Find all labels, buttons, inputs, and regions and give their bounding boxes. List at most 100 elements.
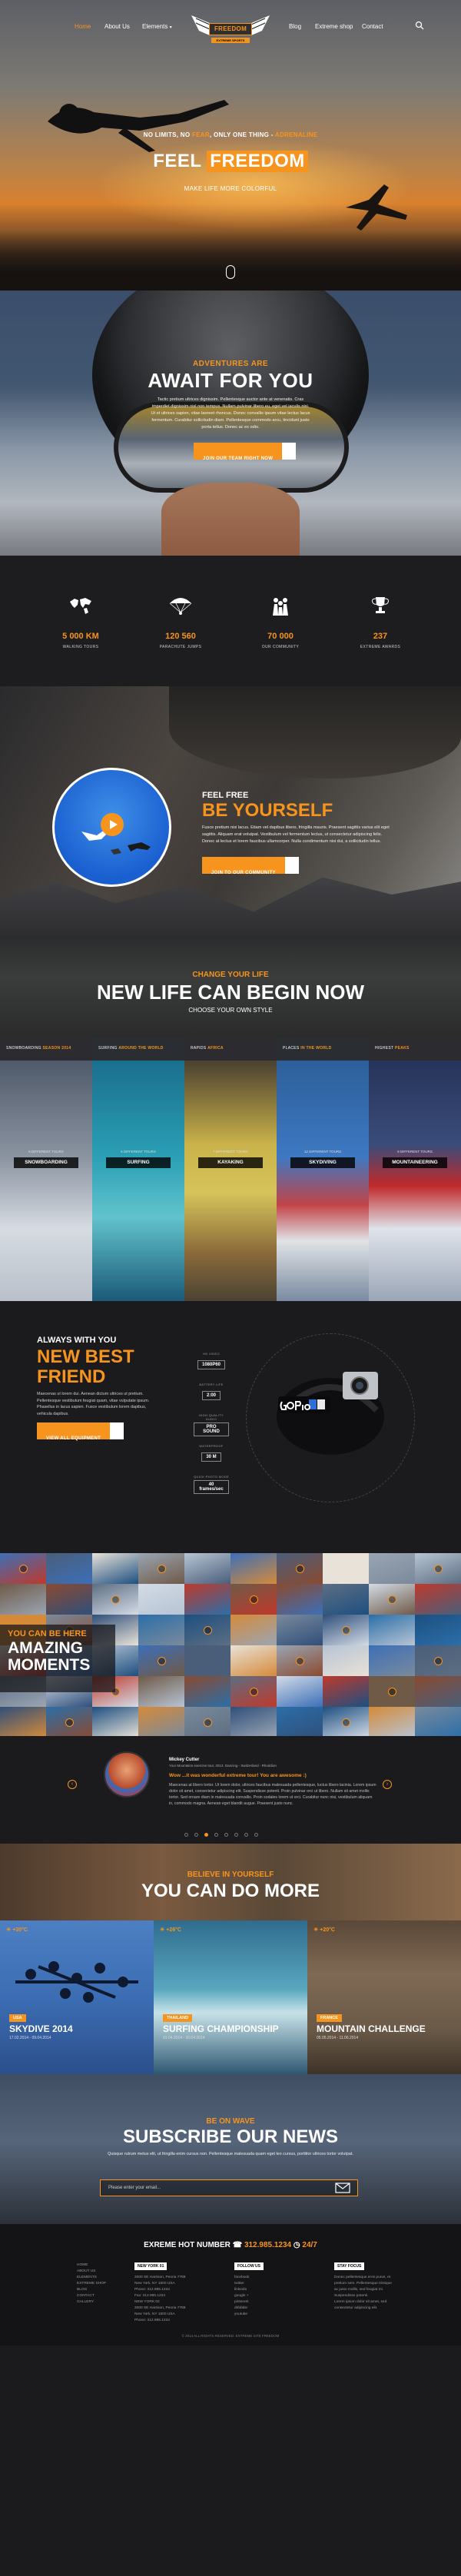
site-logo[interactable]: FREEDOM EXTREME SPORTS [190, 12, 271, 46]
footer-link[interactable]: HOME [77, 2262, 106, 2269]
gallery-tile[interactable] [92, 1553, 138, 1584]
gallery-tile[interactable] [323, 1615, 369, 1645]
gallery-tile[interactable] [230, 1553, 277, 1584]
gallery-tile[interactable] [184, 1645, 230, 1676]
gallery-tile[interactable] [277, 1615, 323, 1645]
gallery-tile[interactable] [46, 1707, 92, 1736]
event-card-mountain[interactable]: ☀ +20°C FRANCE MOUNTAIN CHALLENGE 05.05.… [307, 1920, 461, 2074]
gallery-tile[interactable] [415, 1676, 461, 1707]
nav-about[interactable]: About Us [104, 23, 130, 30]
gallery-tile[interactable] [230, 1676, 277, 1707]
sport-card-snowboarding[interactable]: SNOWBOARDING SEASON 2014 8 DIFFERENT TOU… [0, 1037, 92, 1301]
gallery-tile[interactable] [323, 1584, 369, 1615]
gallery-tile[interactable] [415, 1584, 461, 1615]
nav-shop[interactable]: Extreme shop [315, 23, 353, 30]
footer-link[interactable]: youtube [234, 2312, 264, 2318]
gallery-tile[interactable] [277, 1553, 323, 1584]
gallery-tile[interactable] [230, 1645, 277, 1676]
footer-link[interactable]: linkedin [234, 2287, 264, 2293]
prev-arrow-icon[interactable]: ‹ [68, 1780, 77, 1789]
nav-elements[interactable]: Elements ▾ [142, 23, 172, 30]
gallery-tile[interactable] [323, 1645, 369, 1676]
footer-link[interactable]: CONTACT [77, 2293, 106, 2299]
gallery-tile[interactable] [415, 1645, 461, 1676]
gallery-tile[interactable] [415, 1553, 461, 1584]
gallery-tile[interactable] [369, 1584, 415, 1615]
footer-link[interactable]: GALLERY [77, 2299, 106, 2305]
gallery-tile[interactable] [0, 1584, 46, 1615]
footer-link[interactable]: google + [234, 2293, 264, 2299]
gallery-tile[interactable] [184, 1615, 230, 1645]
gallery-tile[interactable] [230, 1584, 277, 1615]
carousel-dot[interactable] [254, 1833, 258, 1837]
gallery-tile[interactable] [138, 1584, 184, 1615]
gallery-tile[interactable] [369, 1553, 415, 1584]
gallery-tile[interactable] [138, 1645, 184, 1676]
gallery-tile[interactable] [323, 1707, 369, 1736]
gallery-tile[interactable] [323, 1553, 369, 1584]
gallery-tile[interactable] [277, 1584, 323, 1615]
carousel-dot[interactable] [214, 1833, 218, 1837]
gallery-tile[interactable] [277, 1676, 323, 1707]
gallery-tile[interactable] [230, 1615, 277, 1645]
gallery-tile[interactable] [92, 1707, 138, 1736]
nav-home[interactable]: Home [75, 23, 91, 30]
gallery-tile[interactable] [184, 1553, 230, 1584]
footer-link[interactable]: BLOG [77, 2287, 106, 2293]
sport-card-surfing[interactable]: SURFING AROUND THE WORLD 5 DIFFERENT TOU… [92, 1037, 184, 1301]
gallery-tile[interactable] [46, 1553, 92, 1584]
nav-blog[interactable]: Blog [289, 23, 301, 30]
gallery-tile[interactable] [138, 1553, 184, 1584]
gallery-tile[interactable] [0, 1553, 46, 1584]
event-title: SKYDIVE 2014 [9, 2023, 73, 2034]
footer-link[interactable]: facebook [234, 2275, 264, 2281]
event-card-surfing[interactable]: ☀ +26°C THAILAND SURFING CHAMPIONSHIP 01… [154, 1920, 307, 2074]
join-team-button[interactable]: JOIN OUR TEAM RIGHT NOW [194, 443, 297, 461]
gallery-tile[interactable] [184, 1584, 230, 1615]
sport-card-mountaineering[interactable]: HIGHEST PEAKS 9 DIFFERENT TOURS MOUNTAIN… [369, 1037, 461, 1301]
scroll-down-icon[interactable] [226, 265, 235, 279]
gallery-tile[interactable] [184, 1676, 230, 1707]
footer-link[interactable]: ELEMENTS [77, 2275, 106, 2281]
footer-link[interactable]: twitter [234, 2281, 264, 2287]
footer-link[interactable]: ABOUT US [77, 2269, 106, 2275]
gallery-tile[interactable] [277, 1707, 323, 1736]
carousel-dot[interactable] [234, 1833, 238, 1837]
next-arrow-icon[interactable]: › [383, 1780, 392, 1789]
gallery-tile[interactable] [277, 1645, 323, 1676]
sport-card-skydiving[interactable]: PLACES IN THE WORLD 12 DIFFERENT TOURS S… [277, 1037, 369, 1301]
mail-icon[interactable] [335, 2183, 350, 2193]
gallery-tile[interactable] [138, 1707, 184, 1736]
email-input[interactable]: Please enter your email... [100, 2179, 358, 2196]
play-button-icon[interactable] [101, 813, 124, 836]
carousel-dot[interactable] [244, 1833, 248, 1837]
gallery-tile[interactable] [415, 1707, 461, 1736]
view-equipment-button[interactable]: VIEW ALL EQUIPMENT [37, 1422, 124, 1441]
gallery-tile[interactable] [46, 1584, 92, 1615]
hot-phone[interactable]: 312.985.1234 [244, 2241, 291, 2249]
footer-link[interactable]: dribbble [234, 2305, 264, 2312]
gallery-tile[interactable] [184, 1707, 230, 1736]
carousel-dot[interactable] [224, 1833, 228, 1837]
footer-link[interactable]: EXTREME SHOP [77, 2281, 106, 2287]
nav-contact[interactable]: Contact [362, 23, 383, 30]
gallery-tile[interactable] [323, 1676, 369, 1707]
gallery-tile[interactable] [92, 1584, 138, 1615]
carousel-dot[interactable] [184, 1833, 188, 1837]
gallery-tile[interactable] [369, 1645, 415, 1676]
search-icon[interactable] [415, 21, 424, 30]
gallery-tile[interactable] [415, 1615, 461, 1645]
carousel-dot-active[interactable] [204, 1833, 208, 1837]
footer-link[interactable]: pinterest [234, 2299, 264, 2305]
gallery-tile[interactable] [138, 1615, 184, 1645]
join-community-button[interactable]: JOIN TO OUR COMMUNITY [202, 857, 299, 875]
event-card-skydive[interactable]: ☀ +30°C USA SKYDIVE 2014 17.02.2014 - 09… [0, 1920, 154, 2074]
gallery-tile[interactable] [230, 1707, 277, 1736]
gallery-tile[interactable] [138, 1676, 184, 1707]
gallery-tile[interactable] [369, 1707, 415, 1736]
gallery-tile[interactable] [369, 1615, 415, 1645]
carousel-dot[interactable] [194, 1833, 198, 1837]
sport-card-kayaking[interactable]: RAPIDS AFRICA 7 DIFFERENT TOURS KAYAKING [184, 1037, 277, 1301]
gallery-tile[interactable] [369, 1676, 415, 1707]
gallery-tile[interactable] [0, 1707, 46, 1736]
